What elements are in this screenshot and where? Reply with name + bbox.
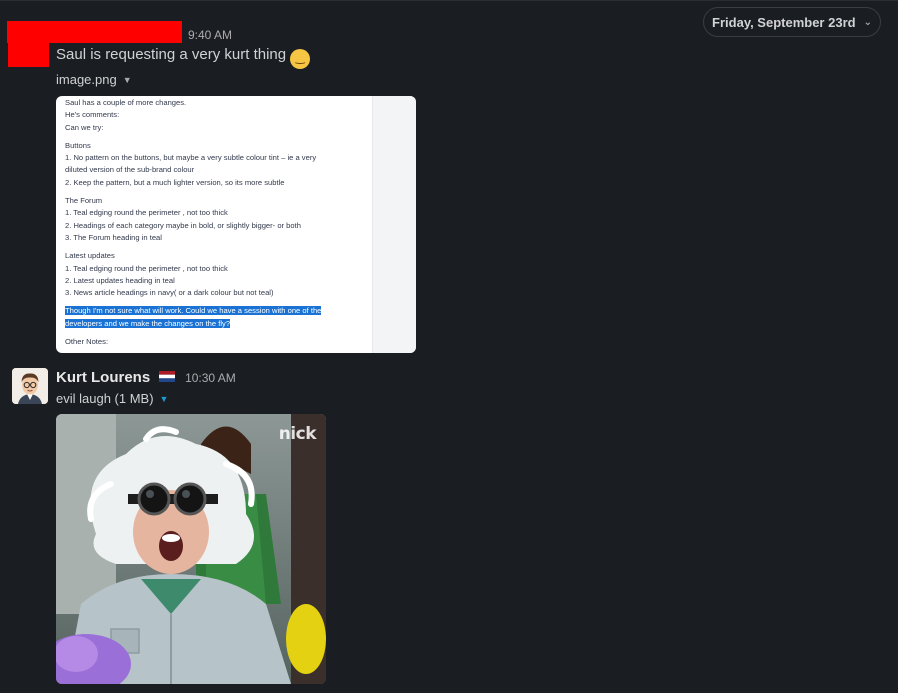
message-pane: Friday, September 23rd ⌄ 9:40 AM Saul is… xyxy=(0,0,898,693)
document-line: Buttons xyxy=(65,140,91,150)
message-timestamp[interactable]: 9:40 AM xyxy=(188,28,232,42)
message-text-content: Saul is requesting a very kurt thing xyxy=(56,46,287,63)
document-line: He's comments: xyxy=(65,110,120,120)
file-name: image.png xyxy=(56,72,117,87)
document-line: The Forum xyxy=(65,196,103,206)
gif-attachment-preview[interactable]: nick xyxy=(56,414,326,684)
nick-logo: nick xyxy=(278,424,317,444)
document-line: 2. Headings of each category maybe in bo… xyxy=(65,220,301,230)
document-line: Latest updates xyxy=(65,251,115,261)
file-attachment-header[interactable]: evil laugh (1 MB) ▼ xyxy=(56,391,168,406)
document-line: 2. Keep the pattern, but a much lighter … xyxy=(65,177,285,187)
date-divider-button[interactable]: Friday, September 23rd ⌄ xyxy=(703,7,881,37)
message-header: Kurt Lourens 10:30 AM xyxy=(56,369,236,387)
document-highlight-line: developers and we make the changes on th… xyxy=(65,318,365,330)
document-line: Can we try: xyxy=(65,122,104,132)
message-timestamp[interactable]: 10:30 AM xyxy=(185,371,236,385)
document-footer-line: Other Notes: xyxy=(65,337,109,347)
caret-down-icon[interactable]: ▼ xyxy=(123,75,132,85)
redacted-avatar xyxy=(8,43,49,67)
document-line: Saul has a couple of more changes. xyxy=(65,98,187,107)
highlighted-text: Though I'm not sure what will work. Coul… xyxy=(65,306,322,316)
redacted-sender-name xyxy=(7,21,182,43)
laughing-tears-emoji-icon: ‿ xyxy=(290,49,311,69)
document-line: 1. Teal edging round the perimeter , not… xyxy=(65,263,228,273)
highlighted-text: developers and we make the changes on th… xyxy=(65,318,231,328)
sender-name[interactable]: Kurt Lourens xyxy=(56,369,150,386)
gif-scene-image xyxy=(56,414,326,684)
image-attachment-preview[interactable]: Saul has a couple of more changes. He's c… xyxy=(56,96,416,353)
document-line: 1. No pattern on the buttons, but maybe … xyxy=(65,153,317,163)
cartoon-avatar-icon xyxy=(12,368,48,404)
caret-down-icon[interactable]: ▼ xyxy=(160,394,169,404)
document-side-panel xyxy=(372,96,416,353)
document-line: diluted version of the sub-brand colour xyxy=(65,165,195,175)
netherlands-flag-icon xyxy=(158,371,175,382)
avatar[interactable] xyxy=(12,368,48,404)
document-text: Saul has a couple of more changes. He's c… xyxy=(65,96,365,348)
document-line: 3. The Forum heading in teal xyxy=(65,232,162,242)
message-text: Saul is requesting a very kurt thing ‿ xyxy=(56,46,311,69)
document-line: 1. Teal edging round the perimeter , not… xyxy=(65,208,228,218)
document-line: 2. Latest updates heading in teal xyxy=(65,275,175,285)
file-attachment-header[interactable]: image.png ▼ xyxy=(56,72,132,87)
date-divider-label: Friday, September 23rd xyxy=(712,14,856,30)
file-name: evil laugh (1 MB) xyxy=(56,391,154,406)
chevron-down-icon: ⌄ xyxy=(863,16,872,28)
document-highlight-line: Though I'm not sure what will work. Coul… xyxy=(65,305,365,317)
document-line: 3. News article headings in navy( or a d… xyxy=(65,288,274,298)
